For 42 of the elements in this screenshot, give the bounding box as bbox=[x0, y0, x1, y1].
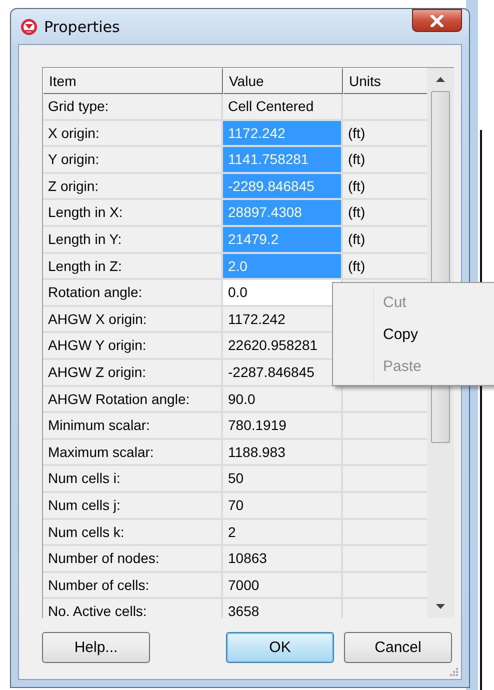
scroll-up-icon[interactable] bbox=[436, 77, 445, 82]
property-name: AHGW Rotation angle: bbox=[43, 386, 223, 412]
column-header[interactable]: Units bbox=[343, 68, 427, 94]
property-value[interactable]: 0.0 bbox=[223, 280, 343, 305]
property-name: Number of nodes: bbox=[43, 546, 223, 571]
property-units: (ft) bbox=[347, 150, 366, 170]
property-units: (ft) bbox=[347, 176, 366, 196]
property-name: Maximum scalar: bbox=[43, 440, 223, 464]
property-name: Num cells k: bbox=[43, 520, 223, 544]
property-name: Grid type: bbox=[43, 94, 223, 119]
property-name: Minimum scalar: bbox=[43, 413, 223, 438]
close-button[interactable] bbox=[412, 9, 462, 32]
property-value[interactable]: 2 bbox=[223, 520, 343, 544]
property-value[interactable]: 7000 bbox=[223, 572, 343, 598]
dialog-button[interactable]: Cancel bbox=[344, 632, 452, 663]
property-name: AHGW X origin: bbox=[43, 306, 223, 332]
column-header[interactable]: Item bbox=[43, 68, 223, 94]
property-value[interactable]: 780.1919 bbox=[223, 413, 343, 438]
dialog-button[interactable]: OK bbox=[226, 632, 334, 663]
property-value[interactable]: 50 bbox=[223, 466, 343, 491]
dialog-button[interactable]: Help... bbox=[42, 632, 150, 663]
property-name: Number of cells: bbox=[43, 572, 223, 598]
close-icon bbox=[430, 14, 444, 26]
property-units: (ft) bbox=[347, 203, 366, 222]
property-name: No. Active cells: bbox=[43, 599, 223, 618]
property-value[interactable]: 1188.983 bbox=[223, 440, 343, 464]
window-title: Properties bbox=[44, 18, 120, 36]
property-value[interactable]: 70 bbox=[223, 492, 343, 518]
property-name: Num cells i: bbox=[43, 466, 223, 491]
column-header[interactable]: Value bbox=[223, 68, 343, 94]
property-name: AHGW Y origin: bbox=[43, 333, 223, 358]
resize-grip-icon[interactable] bbox=[448, 666, 458, 676]
property-units: (ft) bbox=[347, 124, 366, 143]
scroll-down-icon[interactable] bbox=[436, 604, 445, 609]
app-icon bbox=[20, 18, 38, 36]
property-units: (ft) bbox=[347, 256, 366, 276]
property-name: AHGW Z origin: bbox=[43, 360, 223, 385]
property-units: (ft) bbox=[347, 230, 366, 249]
property-value[interactable]: 10863 bbox=[223, 546, 343, 571]
property-value[interactable]: 3658 bbox=[223, 599, 343, 618]
property-name: Num cells j: bbox=[43, 492, 223, 518]
property-value[interactable]: Cell Centered bbox=[223, 94, 343, 119]
